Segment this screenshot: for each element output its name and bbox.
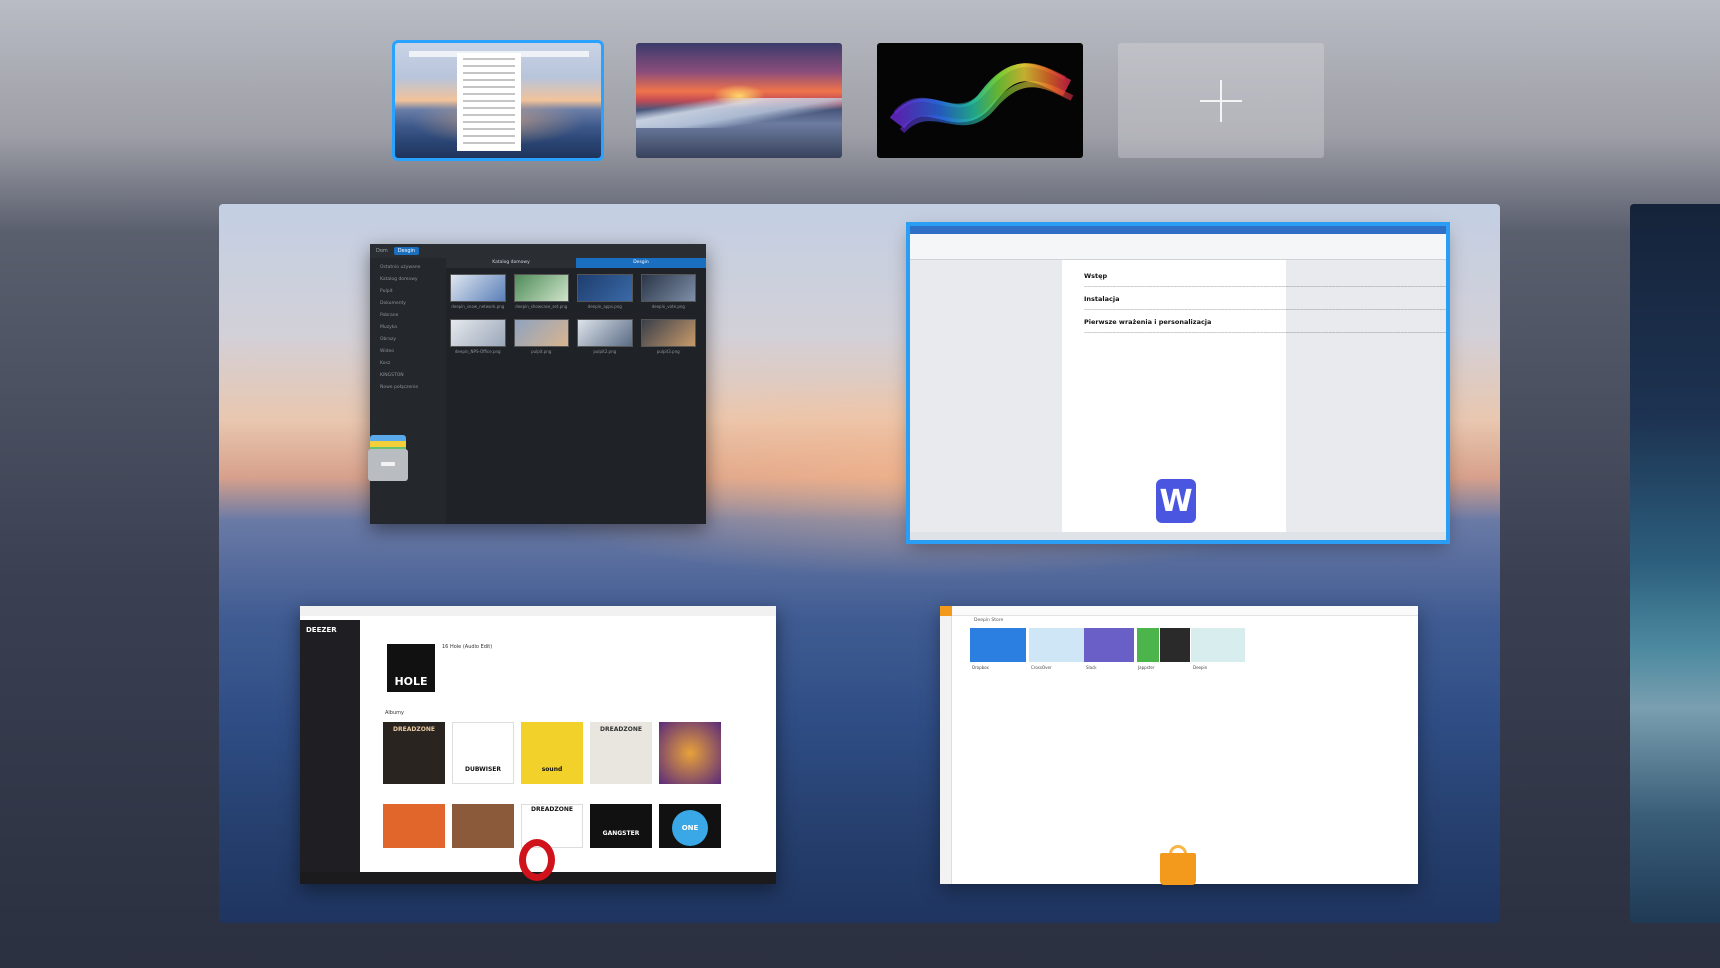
writer-ribbon xyxy=(910,226,1446,260)
sidebar-item-trash[interactable]: Kosz xyxy=(370,358,446,370)
app-card-jappster[interactable] xyxy=(1137,628,1159,662)
tab-home[interactable]: Katalog domowy xyxy=(446,258,576,268)
sidebar-item-usb[interactable]: KINGSTON xyxy=(370,370,446,382)
next-workspace-preview[interactable] xyxy=(1630,204,1720,923)
app-card-deepin[interactable] xyxy=(1191,628,1245,662)
opera-app-icon xyxy=(517,838,557,882)
file-item[interactable]: deepin_apps.png xyxy=(577,274,633,309)
file-item[interactable]: pulpit.png xyxy=(513,319,569,354)
album-cover[interactable] xyxy=(659,722,721,784)
album-cover[interactable] xyxy=(452,804,514,848)
sidebar-item-documents[interactable]: Dokumenty xyxy=(370,298,446,310)
app-card-slack[interactable] xyxy=(1084,628,1134,662)
file-grid: deepin_snow_network.png deepin_showcase_… xyxy=(450,274,696,354)
breadcrumb-home[interactable]: Dom xyxy=(376,248,388,254)
deezer-hero-cover[interactable]: HOLE xyxy=(387,644,435,692)
file-item[interactable]: deepin_vote.png xyxy=(640,274,696,309)
wps-writer-app-icon: W xyxy=(1156,479,1196,523)
album-cover[interactable] xyxy=(590,804,652,848)
sidebar-item-pictures[interactable]: Obrazy xyxy=(370,334,446,346)
album-cover[interactable] xyxy=(521,722,583,784)
deezer-albums-heading: Albumy xyxy=(385,710,404,716)
file-manager-titlebar: Dom Desgin xyxy=(370,244,706,258)
file-manager-tabs: Katalog domowy Desgin xyxy=(446,258,706,268)
file-item[interactable]: deepin_NPS-Office.png xyxy=(450,319,506,354)
deepin-store-app-icon xyxy=(1160,845,1196,885)
breadcrumb-current[interactable]: Desgin xyxy=(393,247,420,255)
store-search-heading: Deepin Store xyxy=(974,618,1004,623)
deezer-track-title[interactable]: 16 Hole (Audio Edit) xyxy=(442,644,492,650)
sidebar-item-new-connection[interactable]: Nowe połączenie xyxy=(370,382,446,394)
deezer-sidebar: DEEZER xyxy=(300,620,360,872)
sidebar-item-music[interactable]: Muzyka xyxy=(370,322,446,334)
store-titlebar xyxy=(952,606,1418,616)
album-cover[interactable]: ONE xyxy=(659,804,721,848)
add-workspace-button[interactable] xyxy=(1118,43,1324,158)
file-item[interactable]: pulpit2.png xyxy=(577,319,633,354)
workspace-1-document-preview xyxy=(457,53,521,151)
file-manager-window[interactable]: Dom Desgin Ostatnio używane Katalog domo… xyxy=(370,244,706,524)
workspace-overview: Dom Desgin Ostatnio używane Katalog domo… xyxy=(219,204,1500,923)
sidebar-item-recent[interactable]: Ostatnio używane xyxy=(370,262,446,274)
doc-heading-first-impressions: Pierwsze wrażenia i personalizacja xyxy=(1084,318,1212,326)
app-card-dropbox[interactable] xyxy=(970,628,1026,662)
plus-icon xyxy=(1200,79,1242,122)
writer-status-bar xyxy=(910,532,1446,540)
doc-heading-intro: Wstęp xyxy=(1084,272,1108,280)
sidebar-item-desktop[interactable]: Pulpit xyxy=(370,286,446,298)
album-cover[interactable] xyxy=(383,804,445,848)
file-item[interactable]: pulpit3.png xyxy=(640,319,696,354)
workspace-thumbnail-3[interactable] xyxy=(877,43,1083,158)
file-item[interactable]: deepin_showcase_set.png xyxy=(513,274,569,309)
workspace-thumbnail-2[interactable] xyxy=(636,43,842,158)
workspace-thumbnail-1[interactable] xyxy=(392,40,604,161)
app-card[interactable] xyxy=(1160,628,1190,662)
store-sidebar xyxy=(940,606,952,884)
sidebar-item-home[interactable]: Katalog domowy xyxy=(370,274,446,286)
file-manager-app-icon xyxy=(368,435,408,481)
tab-design[interactable]: Desgin xyxy=(576,258,706,268)
doc-heading-install: Instalacja xyxy=(1084,295,1120,303)
browser-tab-bar xyxy=(300,606,776,616)
sidebar-item-downloads[interactable]: Pobrane xyxy=(370,310,446,322)
deezer-logo[interactable]: DEEZER xyxy=(300,620,360,640)
rainbow-wave-wallpaper xyxy=(889,63,1074,134)
album-cover[interactable] xyxy=(452,722,514,784)
sidebar-item-videos[interactable]: Wideo xyxy=(370,346,446,358)
file-manager-sidebar: Ostatnio używane Katalog domowy Pulpit D… xyxy=(370,258,446,524)
file-item[interactable]: deepin_snow_network.png xyxy=(450,274,506,309)
deepin-store-window[interactable]: Deepin Store Dropbox CrossOver Slack Jap… xyxy=(940,606,1418,884)
app-card-crossover[interactable] xyxy=(1029,628,1085,662)
